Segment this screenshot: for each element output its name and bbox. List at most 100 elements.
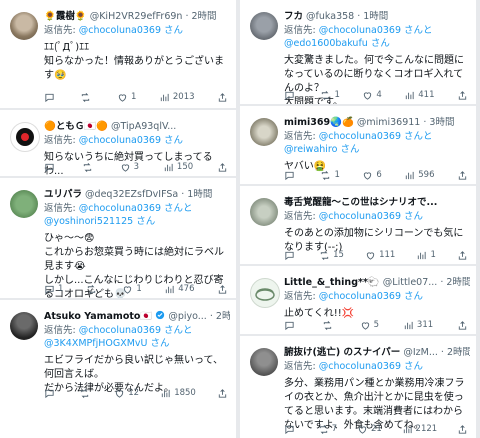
retweet-button[interactable] bbox=[82, 162, 96, 173]
avatar[interactable] bbox=[250, 12, 278, 40]
retweet-button[interactable]: 7 bbox=[318, 424, 337, 435]
views-icon bbox=[406, 91, 414, 99]
tweet-header: 毒舌覚醒龍〜この世はシナリオで... bbox=[284, 196, 470, 209]
retweet-icon bbox=[80, 388, 89, 398]
reply-button[interactable] bbox=[284, 170, 298, 181]
tweet-card[interactable]: ユリパラ @deq32EZsfDvIFSa · 1時間 返信先: @chocol… bbox=[0, 178, 236, 298]
like-button[interactable]: 12 bbox=[114, 388, 139, 399]
like-button[interactable]: 5 bbox=[360, 320, 379, 331]
share-button[interactable] bbox=[457, 320, 468, 331]
reply-mention-link[interactable]: @chocoluna0369 さん bbox=[79, 25, 183, 36]
views-count: 1 bbox=[430, 250, 436, 260]
avatar[interactable] bbox=[10, 312, 38, 340]
share-button[interactable] bbox=[457, 170, 468, 181]
views-button[interactable]: 476 bbox=[164, 284, 194, 295]
reply-button[interactable] bbox=[284, 320, 298, 331]
share-button[interactable] bbox=[217, 92, 228, 103]
like-button[interactable]: 4 bbox=[362, 90, 382, 101]
reply-button[interactable] bbox=[44, 92, 58, 103]
reply-button[interactable] bbox=[44, 388, 58, 399]
share-button[interactable] bbox=[457, 424, 468, 435]
reply-button[interactable] bbox=[284, 250, 298, 261]
avatar[interactable] bbox=[250, 278, 280, 308]
reply-icon bbox=[45, 93, 54, 102]
author-name[interactable]: Little_&_thing**🐑 bbox=[284, 277, 380, 288]
views-button[interactable]: 2013 bbox=[159, 92, 195, 103]
tweet-card[interactable]: Atsuko Yamamoto🇯🇵 @piyo... · 2時間 返信先: @c… bbox=[0, 300, 236, 438]
avatar[interactable] bbox=[250, 348, 278, 376]
reply-button[interactable] bbox=[284, 424, 298, 435]
like-button[interactable]: 21 bbox=[357, 424, 382, 435]
timestamp[interactable]: · 2時間 bbox=[210, 311, 230, 322]
tweet-card[interactable]: 毒舌覚醒龍〜この世はシナリオで... 返信先: @chocoluna0369 さ… bbox=[240, 186, 476, 264]
avatar[interactable] bbox=[250, 198, 278, 226]
tweet-card[interactable]: Little_&_thing**🐑 @Little07... · 2時間 返信先… bbox=[240, 266, 476, 334]
share-button[interactable] bbox=[457, 250, 468, 261]
avatar[interactable] bbox=[10, 12, 38, 40]
avatar[interactable] bbox=[10, 122, 40, 152]
retweet-button[interactable] bbox=[80, 92, 94, 103]
author-name[interactable]: 🟠ともＧ🇯🇵🟠 bbox=[44, 121, 108, 132]
author-name[interactable]: 腑抜け(逃亡) のスナイパー bbox=[284, 347, 400, 358]
author-handle[interactable]: @fuka358 · 1時間 bbox=[306, 11, 388, 22]
author-name[interactable]: Atsuko Yamamoto🇯🇵 bbox=[44, 311, 152, 322]
like-button[interactable]: 1 bbox=[117, 92, 136, 103]
author-handle[interactable]: @IzM... · 2時間 bbox=[403, 347, 470, 358]
views-button[interactable]: 1850 bbox=[160, 388, 196, 399]
author-handle[interactable]: @piyo... bbox=[168, 311, 207, 322]
author-handle[interactable]: @mimi36911 · 3時間 bbox=[357, 117, 455, 128]
tweet-header: Atsuko Yamamoto🇯🇵 @piyo... · 2時間 bbox=[44, 310, 230, 323]
retweet-button[interactable]: 1 bbox=[320, 90, 340, 101]
author-handle[interactable]: @Little07... · 2時間 bbox=[383, 277, 470, 288]
share-button[interactable] bbox=[457, 90, 468, 101]
retweet-button[interactable] bbox=[79, 388, 93, 399]
tweet-actions: 1 1 476 bbox=[44, 282, 228, 296]
views-button[interactable]: 1 bbox=[416, 250, 436, 261]
views-button[interactable]: 596 bbox=[404, 170, 434, 181]
share-button[interactable] bbox=[217, 284, 228, 295]
author-name[interactable]: mimi369🌏🍊 bbox=[284, 117, 354, 128]
heart-icon bbox=[366, 251, 375, 260]
avatar[interactable] bbox=[10, 190, 38, 218]
reply-button[interactable] bbox=[44, 162, 58, 173]
views-icon bbox=[164, 163, 173, 171]
reply-button[interactable] bbox=[284, 90, 298, 101]
like-count: 12 bbox=[128, 388, 140, 398]
tweet-card[interactable]: 腑抜け(逃亡) のスナイパー @IzM... · 2時間 返信先: @choco… bbox=[240, 336, 476, 438]
reply-mention-link[interactable]: @chocoluna0369 さん bbox=[319, 291, 423, 302]
share-button[interactable] bbox=[217, 388, 228, 399]
tweet-card[interactable]: 🌻霞樹🌻 @KiH2VR29efFr69n · 2時間 返信先: @chocol… bbox=[0, 0, 236, 108]
author-handle[interactable]: @deq32EZsfDvIFSa · 1時間 bbox=[85, 189, 212, 200]
like-button[interactable]: 3 bbox=[120, 162, 139, 173]
reply-mention-link[interactable]: @chocoluna0369 さん bbox=[319, 211, 423, 222]
retweet-button[interactable] bbox=[322, 320, 336, 331]
like-button[interactable]: 1 bbox=[122, 284, 142, 295]
author-name[interactable]: 毒舌覚醒龍〜この世はシナリオで... bbox=[284, 197, 437, 208]
retweet-button[interactable]: 15 bbox=[319, 250, 344, 261]
like-button[interactable]: 111 bbox=[365, 250, 395, 261]
tweet-card[interactable]: フカ @fuka358 · 1時間 返信先: @chocoluna0369 さん… bbox=[240, 0, 476, 104]
share-button[interactable] bbox=[217, 162, 228, 173]
views-button[interactable]: 311 bbox=[403, 320, 433, 331]
reply-mention-link[interactable]: @chocoluna0369 さん bbox=[79, 135, 183, 146]
retweet-button[interactable]: 1 bbox=[320, 170, 340, 181]
views-button[interactable]: 150 bbox=[163, 162, 193, 173]
author-name[interactable]: フカ bbox=[284, 11, 303, 22]
tweet-card[interactable]: 🟠ともＧ🇯🇵🟠 @TipA93qlV... 返信先: @chocoluna036… bbox=[0, 110, 236, 176]
author-name[interactable]: 🌻霞樹🌻 bbox=[44, 11, 87, 22]
tweet-actions: 7 21 2121 bbox=[284, 422, 468, 436]
heart-icon bbox=[364, 91, 372, 100]
reply-prefix: 返信先: bbox=[284, 211, 319, 222]
reply-button[interactable]: 1 bbox=[44, 284, 63, 295]
tweet-card[interactable]: mimi369🌏🍊 @mimi36911 · 3時間 返信先: @chocolu… bbox=[240, 106, 476, 184]
retweet-icon bbox=[82, 92, 90, 102]
like-button[interactable]: 6 bbox=[362, 170, 382, 181]
author-handle[interactable]: @TipA93qlV... bbox=[111, 121, 176, 132]
views-button[interactable]: 411 bbox=[404, 90, 434, 101]
retweet-button[interactable] bbox=[86, 284, 100, 295]
author-handle[interactable]: @KiH2VR29efFr69n · 2時間 bbox=[90, 11, 217, 22]
views-button[interactable]: 2121 bbox=[402, 424, 437, 435]
reply-mention-link[interactable]: @chocoluna0369 さん bbox=[319, 361, 423, 372]
avatar[interactable] bbox=[250, 118, 278, 146]
author-name[interactable]: ユリパラ bbox=[44, 189, 82, 200]
